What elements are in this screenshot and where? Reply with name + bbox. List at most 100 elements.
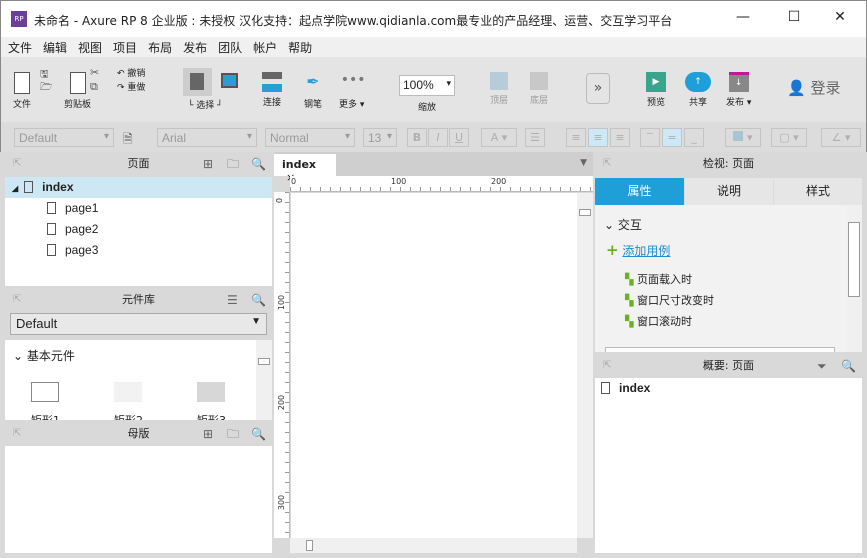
maximize-button[interactable]: ☐ [784,9,804,29]
library-scrollbar[interactable] [256,340,272,420]
menu-edit[interactable]: 编辑 [36,37,71,56]
redo-button[interactable]: ↷ 重做 [117,81,145,95]
minimize-button[interactable]: — [733,9,753,29]
event-window-resize[interactable]: ▚ 窗口尺寸改变时 [625,292,714,308]
page-item-page1[interactable]: page1 [47,198,98,219]
style-editor-icon[interactable]: 🗎 [123,130,133,151]
send-to-back-button[interactable]: 底层 [530,72,548,106]
italic-button[interactable]: I [428,128,448,147]
menu-project[interactable]: 项目 [106,37,141,56]
design-canvas[interactable] [291,193,577,538]
font-weight-select[interactable]: Normal [265,128,355,147]
file-button[interactable]: 文件 [13,72,31,110]
pin-icon[interactable]: ⇱ [13,152,21,176]
library-panel-header: ⇱ 元件库 ☰ 🔍 [5,288,272,312]
font-size-select[interactable]: 13 [363,128,397,147]
select-intersect-button[interactable] [183,68,212,96]
undo-button[interactable]: ↶ 撤销 [117,67,145,81]
tab-properties[interactable]: 属性 [595,178,684,205]
add-page-icon[interactable]: ⊞ [203,152,213,176]
page-icon [47,223,56,235]
share-button[interactable]: ↑ 共享 [685,72,711,108]
select-contain-button[interactable] [221,73,238,88]
page-item-page3[interactable]: page3 [47,240,98,261]
pen-button[interactable]: ✒ 钢笔 [302,72,324,110]
add-folder-icon[interactable]: 🗀 [227,422,239,446]
widget-rect2[interactable] [114,382,142,402]
pin-icon[interactable]: ⇱ [13,422,21,446]
underline-button[interactable]: U [449,128,469,147]
close-button[interactable]: ✕ [830,9,850,29]
add-folder-icon[interactable]: 🗀 [227,152,239,176]
align-middle-button[interactable]: = [662,128,682,147]
font-color-button[interactable]: A ▾ [481,128,517,147]
align-center-button[interactable]: ≡ [588,128,608,147]
pin-icon[interactable]: ⇱ [603,354,611,378]
event-page-load[interactable]: ▚ 页面载入时 [625,271,692,287]
menu-publish[interactable]: 发布 [176,37,211,56]
menu-layout[interactable]: 布局 [141,37,176,56]
align-bottom-button[interactable]: _ [684,128,704,147]
canvas-vertical-scrollbar[interactable] [577,193,593,538]
preview-button[interactable]: ▶ 预览 [646,72,666,108]
align-right-button[interactable]: ≡ [610,128,630,147]
bring-to-front-button[interactable]: 顶层 [490,72,508,106]
pin-icon[interactable]: ⇱ [603,152,611,176]
connector-icon [262,72,282,92]
filter-icon[interactable]: ⏷ [817,354,827,378]
canvas-horizontal-scrollbar[interactable] [290,538,577,553]
page-icon [601,382,610,394]
cut-copy-icons[interactable]: ✂ ⧉ [90,66,99,94]
widget-rect1[interactable] [31,382,59,402]
menu-icon[interactable]: ☰ [227,288,238,312]
font-select[interactable]: Arial [157,128,257,147]
page-icon [47,202,56,214]
zoom-select[interactable]: 100% ▾ [399,75,455,96]
menu-file[interactable]: 文件 [1,37,36,56]
bold-button[interactable]: B [407,128,427,147]
add-master-icon[interactable]: ⊞ [203,422,213,446]
menu-view[interactable]: 视图 [71,37,106,56]
publish-button[interactable]: ↓ 发布 ▾ [726,72,751,108]
menu-help[interactable]: 帮助 [281,37,316,56]
clipboard-button[interactable]: 剪贴板 [64,72,91,110]
basic-widgets-group[interactable]: ⌄ 基本元件 [13,347,75,364]
tab-notes[interactable]: 说明 [685,178,773,205]
align-left-button[interactable]: ≡ [566,128,586,147]
style-select[interactable]: Default [14,128,114,147]
menu-team[interactable]: 团队 [211,37,246,56]
tab-menu-icon[interactable]: ▼ [580,158,587,168]
tab-style[interactable]: 样式 [774,178,862,205]
pen-icon: ✒ [306,72,320,91]
fill-color-button[interactable]: ▾ [725,128,761,147]
page-item-page2[interactable]: page2 [47,219,98,240]
more-button[interactable]: ••• 更多 ▾ [339,72,365,110]
menu-account[interactable]: 帐户 [246,37,281,56]
preview-icon: ▶ [646,72,666,92]
outline-item-index[interactable]: index [601,378,650,399]
search-icon[interactable]: 🔍 [251,152,266,176]
expand-toolbar-button[interactable]: » [586,73,610,104]
event-window-scroll[interactable]: ▚ 窗口滚动时 [625,313,692,329]
widget-rect3[interactable] [197,382,225,402]
align-top-button[interactable]: ‾ [640,128,660,147]
add-case-link[interactable]: + 添加用例 [606,241,670,259]
bullet-list-button[interactable]: ☰ [525,128,545,147]
save-open-icons[interactable]: 🖫 🗁 [40,68,52,94]
search-icon[interactable]: 🔍 [251,422,266,446]
inspector-scrollbar[interactable] [846,205,862,352]
line-color-button[interactable]: ∠ ▾ [821,128,861,147]
pin-icon[interactable]: ⇱ [13,288,21,312]
library-select[interactable]: Default ▼ [10,313,267,335]
shadow-button[interactable]: ▢ ▾ [771,128,807,147]
page-item-index[interactable]: ◢ index [5,177,272,198]
connect-button[interactable]: 连接 [262,72,282,108]
search-icon[interactable]: 🔍 [251,288,266,312]
tab-index[interactable]: index × [274,154,336,184]
search-icon[interactable]: 🔍 [841,354,856,378]
interactions-section[interactable]: ⌄ 交互 [604,216,642,233]
undo-icon: ↶ [117,69,125,79]
login-button[interactable]: 👤 登录 [787,77,840,98]
widget-label: 矩形3 [197,412,226,420]
zoom-label: 缩放 [418,103,437,113]
